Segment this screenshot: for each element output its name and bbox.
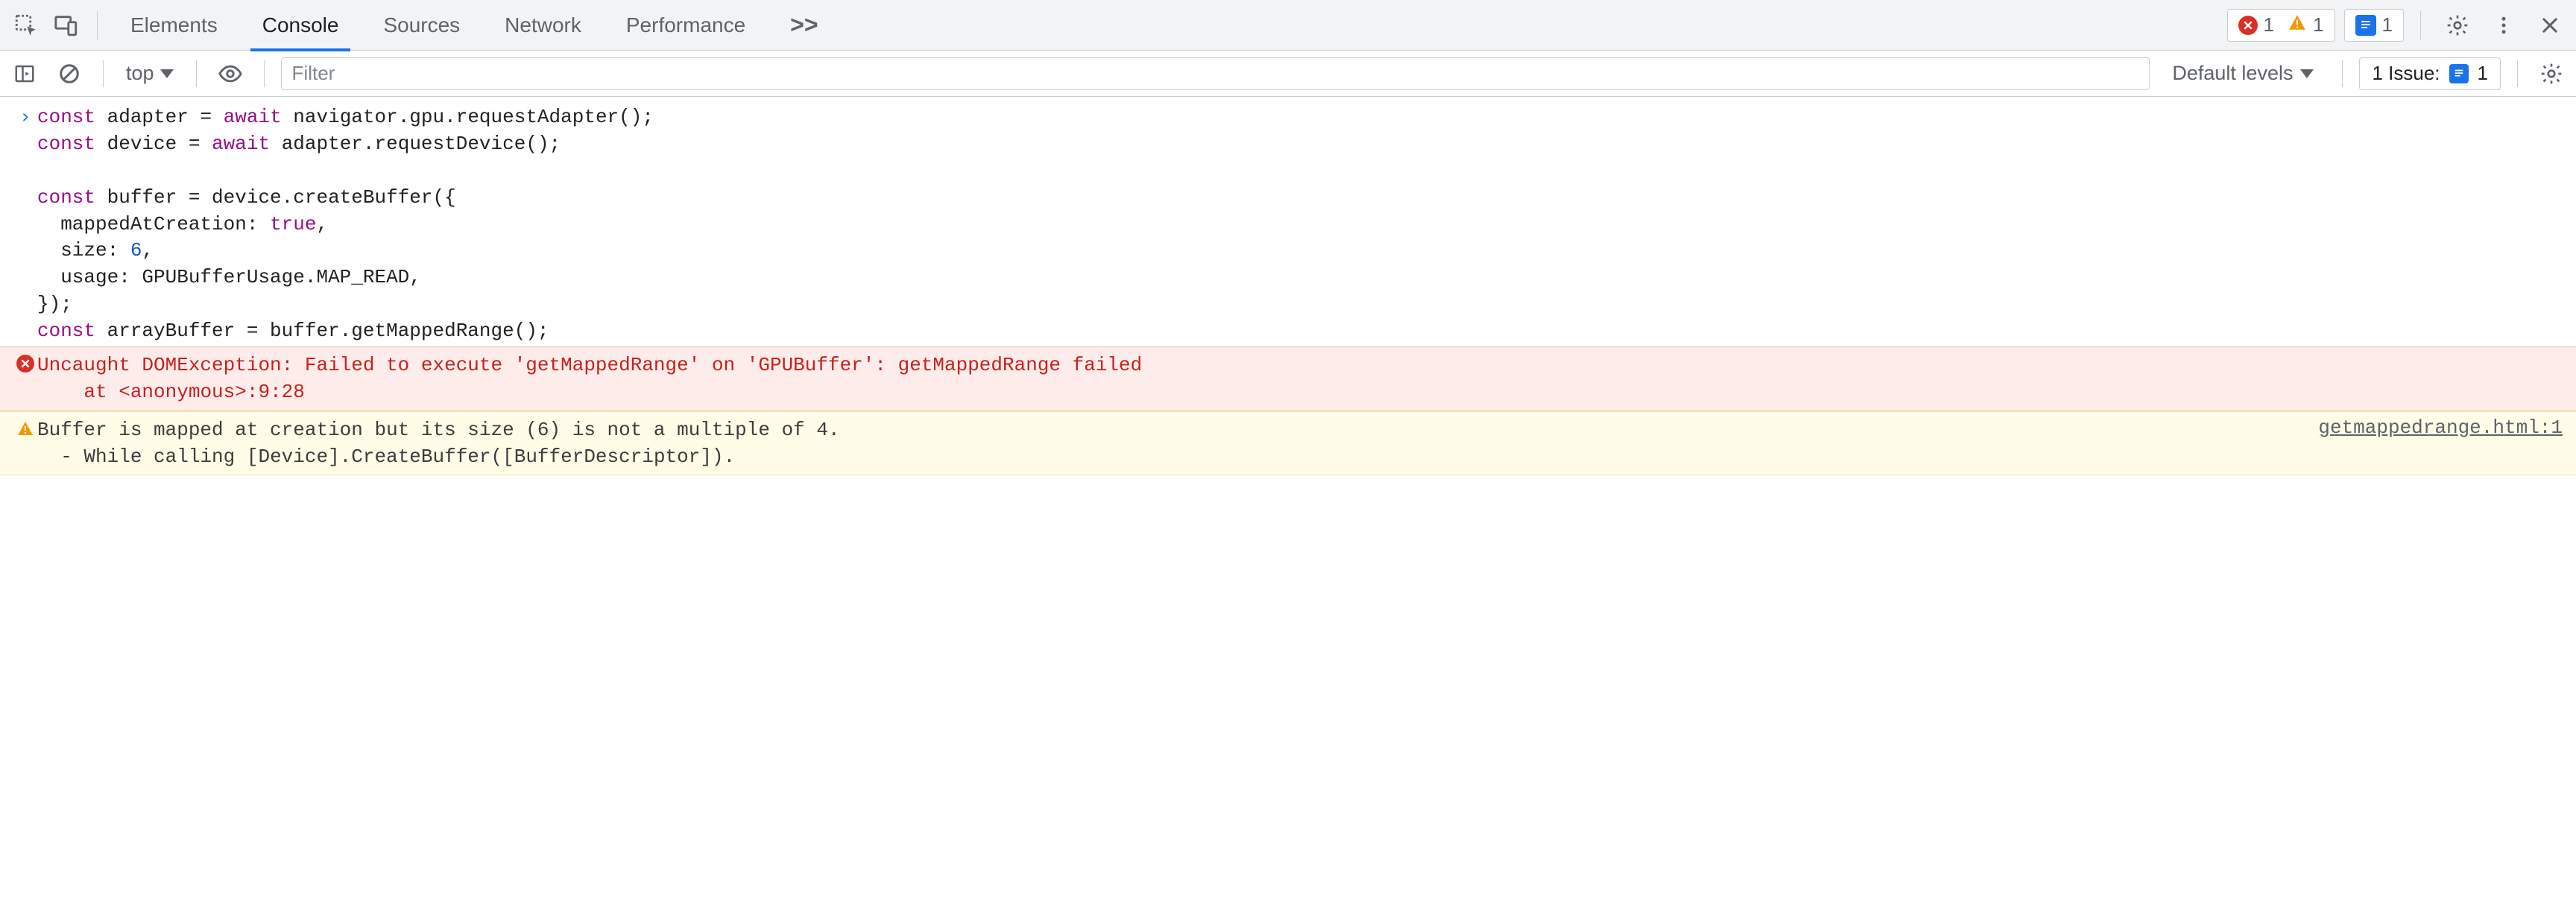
tab-network[interactable]: Network	[482, 0, 604, 51]
tab-label: Sources	[383, 13, 460, 37]
tab-label: Elements	[130, 13, 218, 37]
filter-input[interactable]	[281, 57, 2150, 90]
prompt-icon: ›	[19, 106, 31, 128]
tabs-overflow[interactable]: >>	[768, 0, 840, 51]
warning-count-badge[interactable]: 1	[2288, 13, 2323, 37]
info-icon	[2449, 64, 2469, 83]
more-menu-icon[interactable]	[2484, 5, 2524, 45]
separator	[103, 60, 104, 87]
settings-icon[interactable]	[2437, 5, 2478, 45]
separator	[2342, 60, 2343, 87]
devtools-tabbar: Elements Console Sources Network Perform…	[0, 0, 2576, 51]
separator	[264, 60, 265, 87]
toggle-sidebar-icon[interactable]	[7, 57, 42, 91]
info-count-group[interactable]: 1	[2344, 9, 2404, 42]
issues-label: 1 Issue:	[2372, 62, 2440, 85]
console-filterbar: top Default levels 1 Issue: 1	[0, 51, 2576, 97]
info-icon	[2355, 15, 2376, 36]
issues-count: 1	[2478, 62, 2488, 85]
issues-button[interactable]: 1 Issue: 1	[2359, 57, 2501, 90]
error-icon	[2238, 16, 2258, 35]
device-toolbar-icon[interactable]	[46, 5, 86, 45]
warning-icon	[2288, 13, 2307, 37]
message-source-link[interactable]: getmappedrange.html:1	[2288, 416, 2563, 439]
separator	[196, 60, 197, 87]
separator	[2517, 60, 2518, 87]
console-error-row[interactable]: Uncaught DOMException: Failed to execute…	[0, 346, 2576, 411]
error-icon	[16, 355, 34, 373]
console-input-code[interactable]: const adapter = await navigator.gpu.requ…	[37, 104, 654, 345]
warning-icon	[16, 419, 34, 443]
console-warning-row[interactable]: Buffer is mapped at creation but its siz…	[0, 411, 2576, 476]
console-input-row[interactable]: › const adapter = await navigator.gpu.re…	[0, 103, 2576, 346]
context-selector[interactable]: top	[120, 62, 180, 85]
error-message-text: Uncaught DOMException: Failed to execute…	[37, 352, 2563, 406]
console-messages: › const adapter = await navigator.gpu.re…	[0, 97, 2576, 475]
levels-label: Default levels	[2172, 62, 2293, 85]
message-counts[interactable]: 1 1	[2227, 9, 2335, 42]
error-count: 1	[2264, 13, 2274, 37]
chevron-down-icon	[2300, 69, 2314, 78]
context-label: top	[126, 62, 154, 85]
error-count-badge[interactable]: 1	[2238, 13, 2274, 37]
tab-elements[interactable]: Elements	[108, 0, 240, 51]
separator	[97, 11, 98, 39]
live-expression-icon[interactable]	[213, 57, 247, 91]
panel-tabs: Elements Console Sources Network Perform…	[108, 0, 841, 51]
overflow-label: >>	[790, 11, 818, 39]
inspect-element-icon[interactable]	[6, 5, 46, 45]
info-count: 1	[2382, 13, 2393, 37]
tab-label: Network	[505, 13, 581, 37]
warning-count: 1	[2313, 13, 2323, 37]
console-settings-icon[interactable]	[2534, 57, 2569, 91]
tab-label: Console	[262, 13, 339, 37]
tab-performance[interactable]: Performance	[604, 0, 768, 51]
separator	[2420, 11, 2421, 39]
info-count-badge[interactable]: 1	[2355, 13, 2393, 37]
tab-console[interactable]: Console	[240, 0, 362, 51]
clear-console-icon[interactable]	[52, 57, 86, 91]
tab-label: Performance	[626, 13, 745, 37]
close-icon[interactable]	[2530, 5, 2570, 45]
chevron-down-icon	[160, 69, 174, 78]
log-levels-selector[interactable]: Default levels	[2160, 62, 2326, 85]
tab-sources[interactable]: Sources	[361, 0, 482, 51]
warning-message-text: Buffer is mapped at creation but its siz…	[37, 416, 2288, 471]
